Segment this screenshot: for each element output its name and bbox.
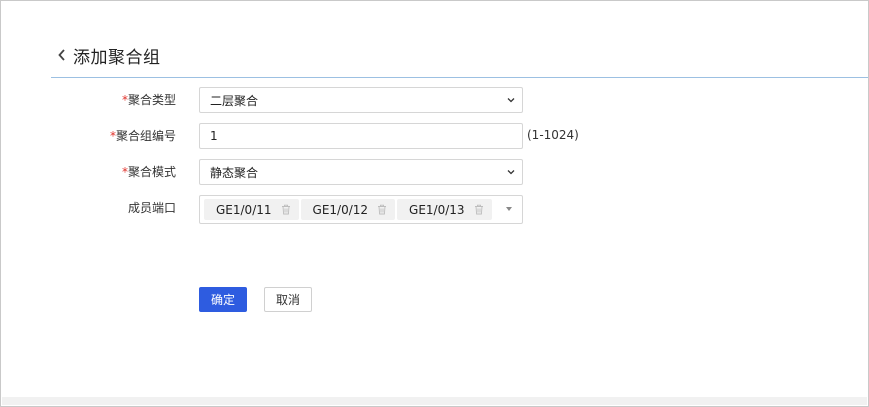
page-frame: 添加聚合组 *聚合类型 二层聚合 *聚合组编号 1 (1-1024) *聚合模式… bbox=[0, 0, 869, 407]
bottom-scroll-area bbox=[2, 397, 867, 405]
caret-down-icon[interactable] bbox=[506, 207, 512, 211]
trash-icon[interactable] bbox=[474, 204, 484, 215]
aggregation-type-select[interactable]: 二层聚合 bbox=[199, 87, 523, 113]
trash-icon[interactable] bbox=[377, 204, 387, 215]
group-number-label: *聚合组编号 bbox=[1, 128, 176, 144]
trash-icon[interactable] bbox=[281, 204, 291, 215]
port-tag: GE1/0/13 bbox=[397, 199, 492, 220]
member-ports-label-text: 成员端口 bbox=[127, 201, 176, 215]
port-tag: GE1/0/11 bbox=[204, 199, 299, 220]
group-number-input[interactable]: 1 bbox=[199, 123, 523, 149]
aggregation-mode-label-text: 聚合模式 bbox=[127, 165, 176, 179]
aggregation-mode-label: *聚合模式 bbox=[1, 164, 176, 180]
port-tag: GE1/0/12 bbox=[300, 199, 396, 220]
chevron-down-icon bbox=[507, 170, 515, 175]
port-tag-label: GE1/0/13 bbox=[409, 202, 465, 217]
cancel-button[interactable]: 取消 bbox=[264, 287, 312, 312]
aggregation-mode-value: 静态聚合 bbox=[210, 165, 259, 180]
header-divider bbox=[51, 77, 868, 78]
group-number-range-hint: (1-1024) bbox=[527, 128, 579, 142]
aggregation-mode-select[interactable]: 静态聚合 bbox=[199, 159, 523, 185]
group-number-value: 1 bbox=[210, 129, 218, 143]
chevron-left-icon[interactable] bbox=[53, 43, 71, 67]
page-title: 添加聚合组 bbox=[73, 47, 161, 68]
confirm-button[interactable]: 确定 bbox=[199, 287, 247, 312]
aggregation-type-value: 二层聚合 bbox=[210, 93, 259, 108]
page-header: 添加聚合组 bbox=[53, 41, 161, 69]
port-tag-label: GE1/0/11 bbox=[216, 202, 272, 217]
chevron-down-icon bbox=[507, 98, 515, 103]
aggregation-type-label-text: 聚合类型 bbox=[127, 93, 176, 107]
port-tag-label: GE1/0/12 bbox=[312, 202, 369, 217]
group-number-label-text: 聚合组编号 bbox=[115, 129, 176, 143]
aggregation-type-label: *聚合类型 bbox=[1, 92, 176, 108]
member-ports-select[interactable]: GE1/0/11 GE1/0/12 GE1/0/13 bbox=[199, 195, 523, 224]
member-ports-label: 成员端口 bbox=[1, 200, 176, 216]
